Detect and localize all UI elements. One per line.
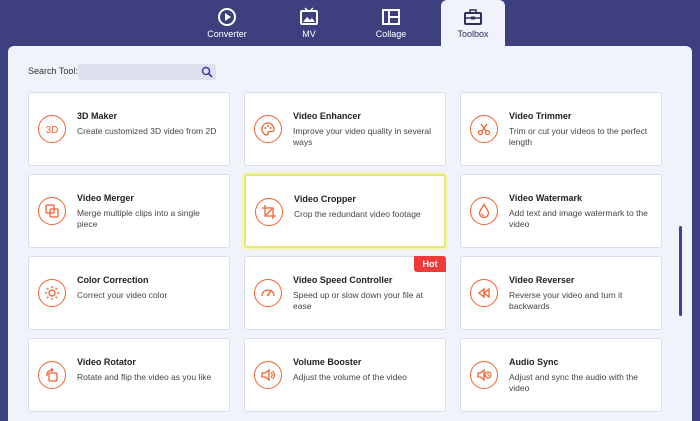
tool-description: Speed up or slow down your file at ease [293, 290, 423, 311]
tool-description: Merge multiple clips into a single piece [77, 208, 200, 229]
3d-icon: 3D [38, 115, 66, 143]
tool-description: Reverse your video and turn it backwards [509, 290, 623, 311]
tool-description: Crop the redundant video footage [294, 209, 421, 219]
tool-description: Adjust the volume of the video [293, 372, 407, 382]
tool-description: Improve your video quality in several wa… [293, 126, 431, 147]
collage-icon [382, 9, 400, 25]
crop-icon [255, 198, 283, 226]
tool-title: Video Speed Controller [293, 275, 393, 285]
palette-icon [254, 115, 282, 143]
tool-title: Video Trimmer [509, 111, 572, 121]
hot-badge: Hot [414, 256, 446, 272]
toolbox-panel: Search Tool: 3D 3D Maker Create customiz… [8, 46, 692, 421]
tool-card-video-rotator[interactable]: Video Rotator Rotate and flip the video … [28, 338, 230, 412]
tool-title: Video Rotator [77, 357, 136, 367]
tool-card-video-speed-controller[interactable]: Video Speed Controller Speed up or slow … [244, 256, 446, 330]
tab-toolbox[interactable]: Toolbox [441, 0, 505, 46]
tab-converter[interactable]: Converter [196, 2, 258, 46]
droplet-icon [470, 197, 498, 225]
volume-icon [254, 361, 282, 389]
mv-icon [300, 7, 318, 25]
search-input[interactable] [82, 65, 196, 79]
search-icon[interactable] [201, 66, 213, 78]
tool-description: Add text and image watermark to the vide… [509, 208, 648, 229]
toolbox-icon [464, 9, 482, 25]
scissors-icon [470, 115, 498, 143]
tool-card-video-trimmer[interactable]: Video Trimmer Trim or cut your videos to… [460, 92, 662, 166]
tab-collage[interactable]: Collage [360, 2, 422, 46]
sun-icon [38, 279, 66, 307]
tool-description: Rotate and flip the video as you like [77, 372, 212, 382]
tab-converter-label: Converter [207, 29, 247, 39]
tool-title: Video Reverser [509, 275, 575, 285]
tool-title: Volume Booster [293, 357, 362, 367]
tool-title: 3D Maker [77, 111, 118, 121]
tool-card-video-reverser[interactable]: Video Reverser Reverse your video and tu… [460, 256, 662, 330]
tool-description: Create customized 3D video from 2D [77, 126, 217, 136]
search-box [78, 64, 216, 80]
tool-description: Adjust and sync the audio with the video [509, 372, 638, 393]
top-navigation: Converter MV Collage Toolbox [0, 0, 700, 46]
scrollbar[interactable] [679, 226, 682, 316]
tool-title: Video Merger [77, 193, 134, 203]
tab-mv-label: MV [302, 29, 316, 39]
tab-mv[interactable]: MV [278, 2, 340, 46]
tool-description: Trim or cut your videos to the perfect l… [509, 126, 648, 147]
search-label: Search Tool: [28, 66, 78, 76]
tool-card-video-cropper[interactable]: Video Cropper Crop the redundant video f… [244, 174, 446, 248]
tool-title: Audio Sync [509, 357, 559, 367]
tool-title: Video Cropper [294, 194, 356, 204]
svg-text:3D: 3D [46, 125, 59, 136]
tool-card-color-correction[interactable]: Color Correction Correct your video colo… [28, 256, 230, 330]
tool-card-video-merger[interactable]: Video Merger Merge multiple clips into a… [28, 174, 230, 248]
tool-title: Video Enhancer [293, 111, 361, 121]
tool-description: Correct your video color [77, 290, 168, 300]
tab-collage-label: Collage [375, 29, 407, 39]
tool-card-video-enhancer[interactable]: Video Enhancer Improve your video qualit… [244, 92, 446, 166]
tab-toolbox-label: Toolbox [457, 29, 489, 39]
rewind-icon [470, 279, 498, 307]
converter-icon [218, 8, 236, 26]
tool-card-3d-maker[interactable]: 3D 3D Maker Create customized 3D video f… [28, 92, 230, 166]
tool-title: Color Correction [77, 275, 149, 285]
tool-card-volume-booster[interactable]: Volume Booster Adjust the volume of the … [244, 338, 446, 412]
tool-card-video-watermark[interactable]: Video Watermark Add text and image water… [460, 174, 662, 248]
merge-icon [38, 197, 66, 225]
audio-sync-icon [470, 361, 498, 389]
speedometer-icon [254, 279, 282, 307]
tool-card-audio-sync[interactable]: Audio Sync Adjust and sync the audio wit… [460, 338, 662, 412]
tool-title: Video Watermark [509, 193, 583, 203]
rotate-icon [38, 361, 66, 389]
